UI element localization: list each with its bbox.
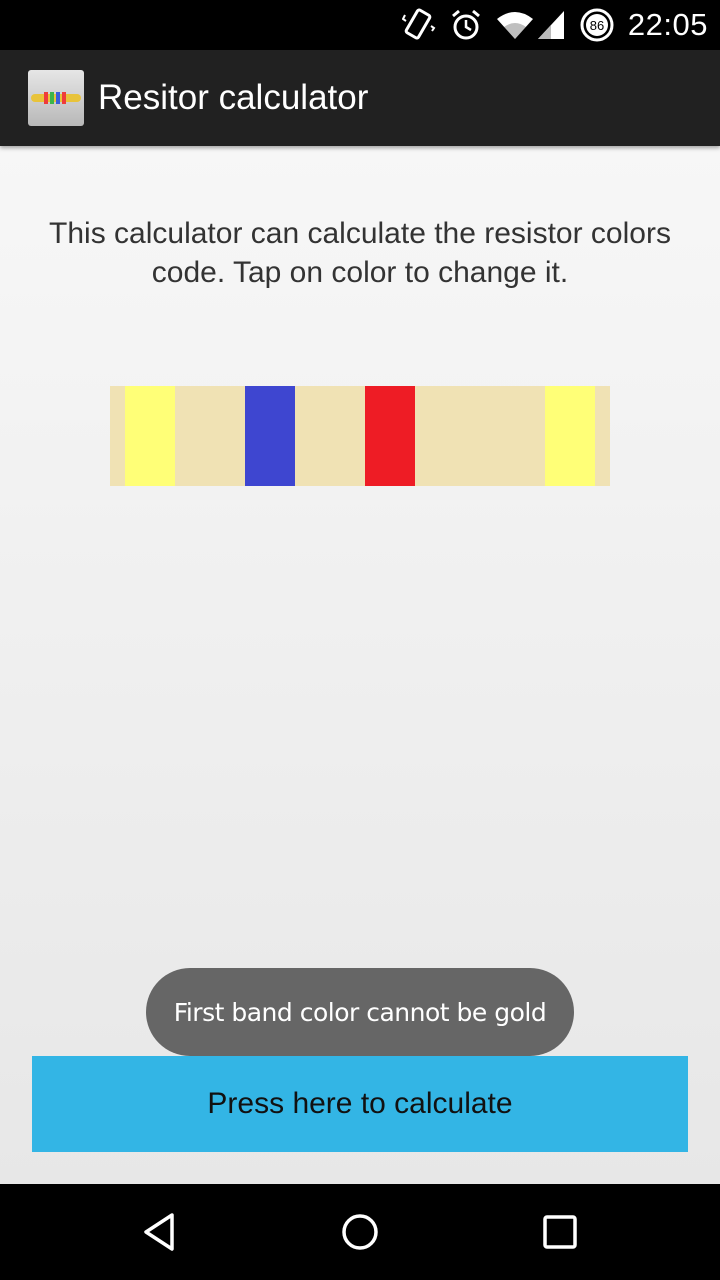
band-4[interactable] <box>545 386 595 486</box>
vibrate-icon <box>401 7 436 43</box>
status-icons: 86 22:05 <box>401 0 708 50</box>
calculate-button[interactable]: Press here to calculate <box>32 1056 688 1152</box>
back-icon[interactable] <box>140 1212 180 1252</box>
band-2[interactable] <box>245 386 295 486</box>
wifi-icon <box>496 10 534 40</box>
svg-text:86: 86 <box>590 18 604 33</box>
home-icon[interactable] <box>340 1212 380 1252</box>
band-1[interactable] <box>125 386 175 486</box>
app-title: Resitor calculator <box>98 78 369 117</box>
main-content: This calculator can calculate the resist… <box>0 146 720 1184</box>
action-bar: Resitor calculator <box>0 50 720 146</box>
intro-text: This calculator can calculate the resist… <box>49 217 671 289</box>
toast-message: First band color cannot be gold <box>146 968 574 1056</box>
signal-icon <box>536 10 566 40</box>
band-3[interactable] <box>365 386 415 486</box>
resistor-body <box>110 386 610 486</box>
calculate-button-label: Press here to calculate <box>207 1087 513 1120</box>
status-bar: 86 22:05 <box>0 0 720 50</box>
battery-icon: 86 <box>580 8 614 42</box>
navigation-bar <box>0 1184 720 1280</box>
resistor-app-icon <box>28 70 84 126</box>
alarm-icon <box>450 9 482 41</box>
clock: 22:05 <box>627 7 708 42</box>
recents-icon[interactable] <box>540 1212 580 1252</box>
